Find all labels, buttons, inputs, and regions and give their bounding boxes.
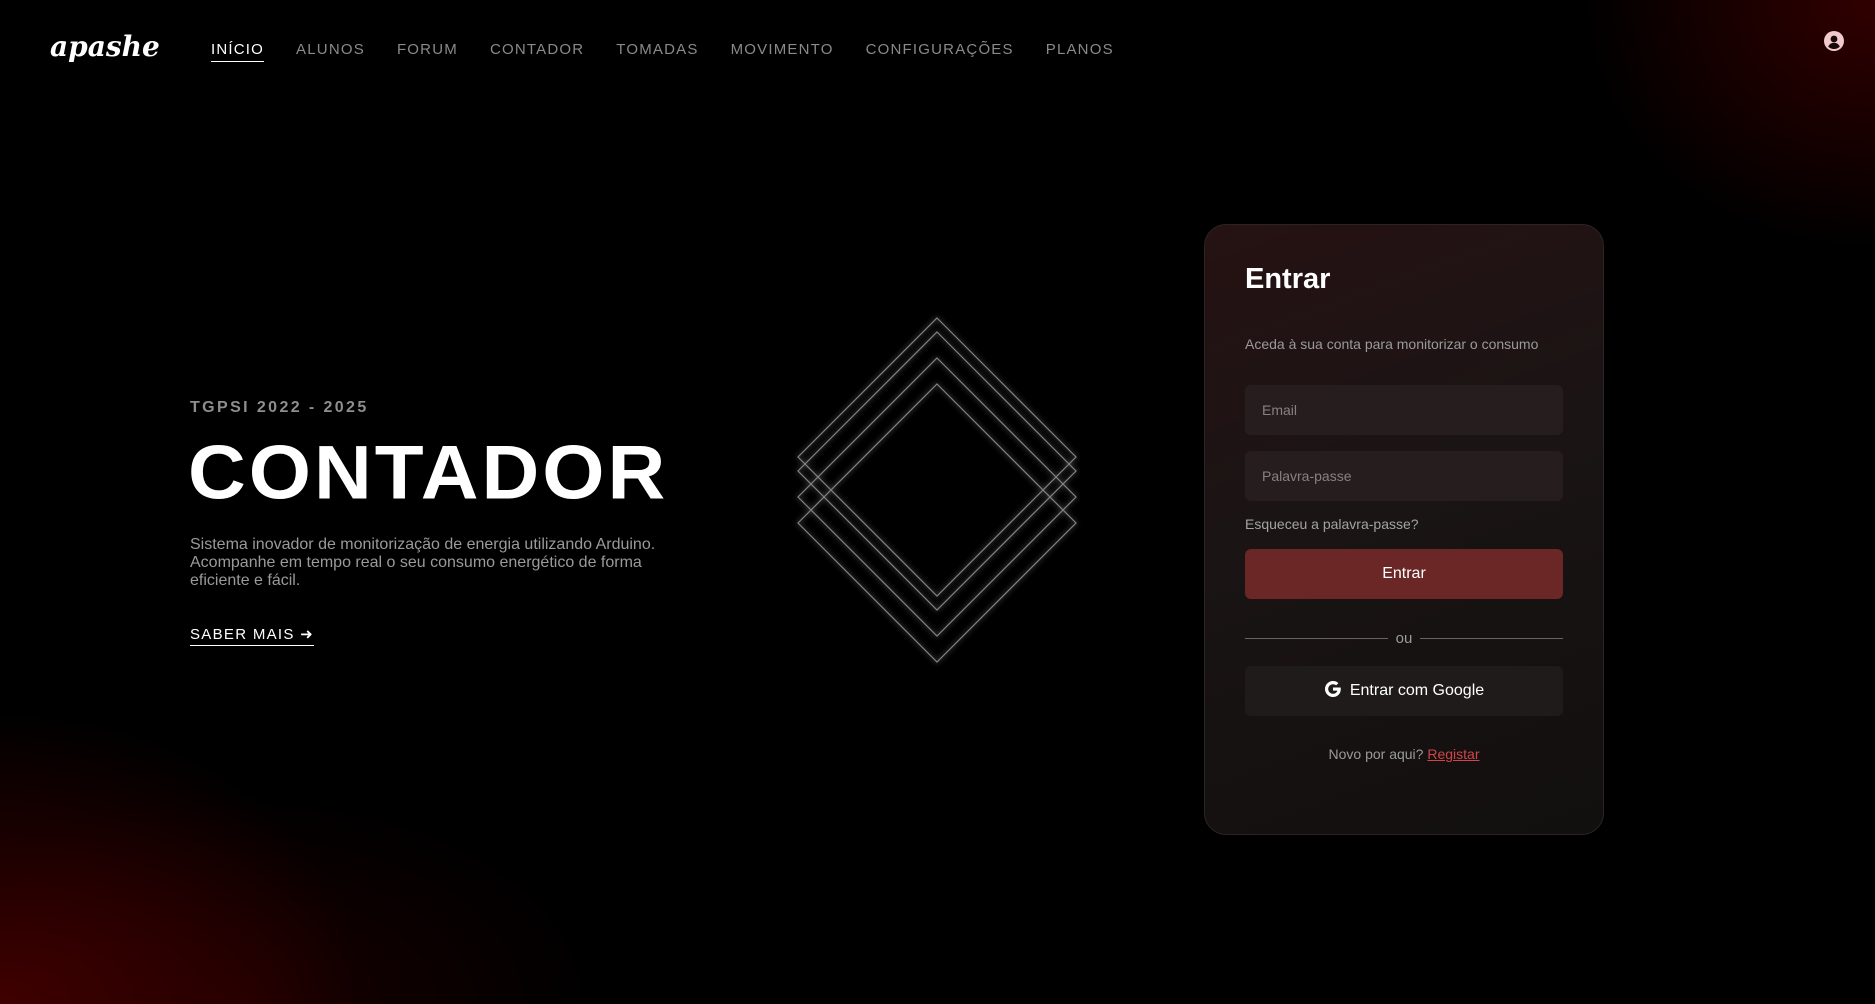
page: apashe INÍCIO ALUNOS FORUM CONTADOR TOMA…	[0, 0, 1875, 1004]
login-card: Entrar Aceda à sua conta para monitoriza…	[1204, 224, 1604, 835]
nav-item-contador[interactable]: CONTADOR	[490, 41, 584, 62]
forgot-password-link[interactable]: Esqueceu a palavra-passe?	[1245, 516, 1419, 532]
saber-mais-link[interactable]: SABER MAIS ➜	[190, 625, 315, 646]
brand-logo[interactable]: apashe	[50, 30, 160, 63]
divider-label: ou	[1395, 629, 1413, 647]
divider-line-right	[1420, 637, 1563, 639]
nav-item-tomadas[interactable]: TOMADAS	[616, 41, 698, 62]
hero-subtitle: TGPSI 2022 - 2025	[190, 399, 369, 416]
nav-item-movimento[interactable]: MOVIMENTO	[731, 41, 834, 62]
login-subtitle: Aceda à sua conta para monitorizar o con…	[1245, 336, 1539, 352]
hero-description: Sistema inovador de monitorização de ene…	[190, 536, 656, 589]
user-circle-icon[interactable]	[1824, 31, 1844, 51]
register-prompt: Novo por aqui? Registar	[1205, 746, 1603, 762]
main-nav: INÍCIO ALUNOS FORUM CONTADOR TOMADAS MOV…	[211, 41, 1114, 62]
register-link[interactable]: Registar	[1427, 746, 1479, 762]
google-login-label: Entrar com Google	[1349, 682, 1485, 699]
password-field[interactable]	[1245, 451, 1563, 501]
google-login-button[interactable]: Entrar com Google	[1245, 666, 1563, 716]
google-icon	[1324, 680, 1342, 703]
email-field[interactable]	[1245, 385, 1563, 435]
nav-item-alunos[interactable]: ALUNOS	[296, 41, 365, 62]
login-button[interactable]: Entrar	[1245, 549, 1563, 599]
nav-item-forum[interactable]: FORUM	[397, 41, 458, 62]
divider-line-left	[1245, 637, 1388, 639]
register-prompt-text: Novo por aqui?	[1328, 746, 1424, 762]
login-title: Entrar	[1245, 263, 1331, 295]
nav-item-configuracoes[interactable]: CONFIGURAÇÕES	[866, 41, 1014, 62]
diamond-lines-icon	[790, 310, 1085, 670]
nav-item-inicio[interactable]: INÍCIO	[211, 41, 265, 62]
or-divider: ou	[1245, 629, 1563, 647]
nav-item-planos[interactable]: PLANOS	[1046, 41, 1114, 62]
hero-title: CONTADOR	[188, 430, 669, 515]
